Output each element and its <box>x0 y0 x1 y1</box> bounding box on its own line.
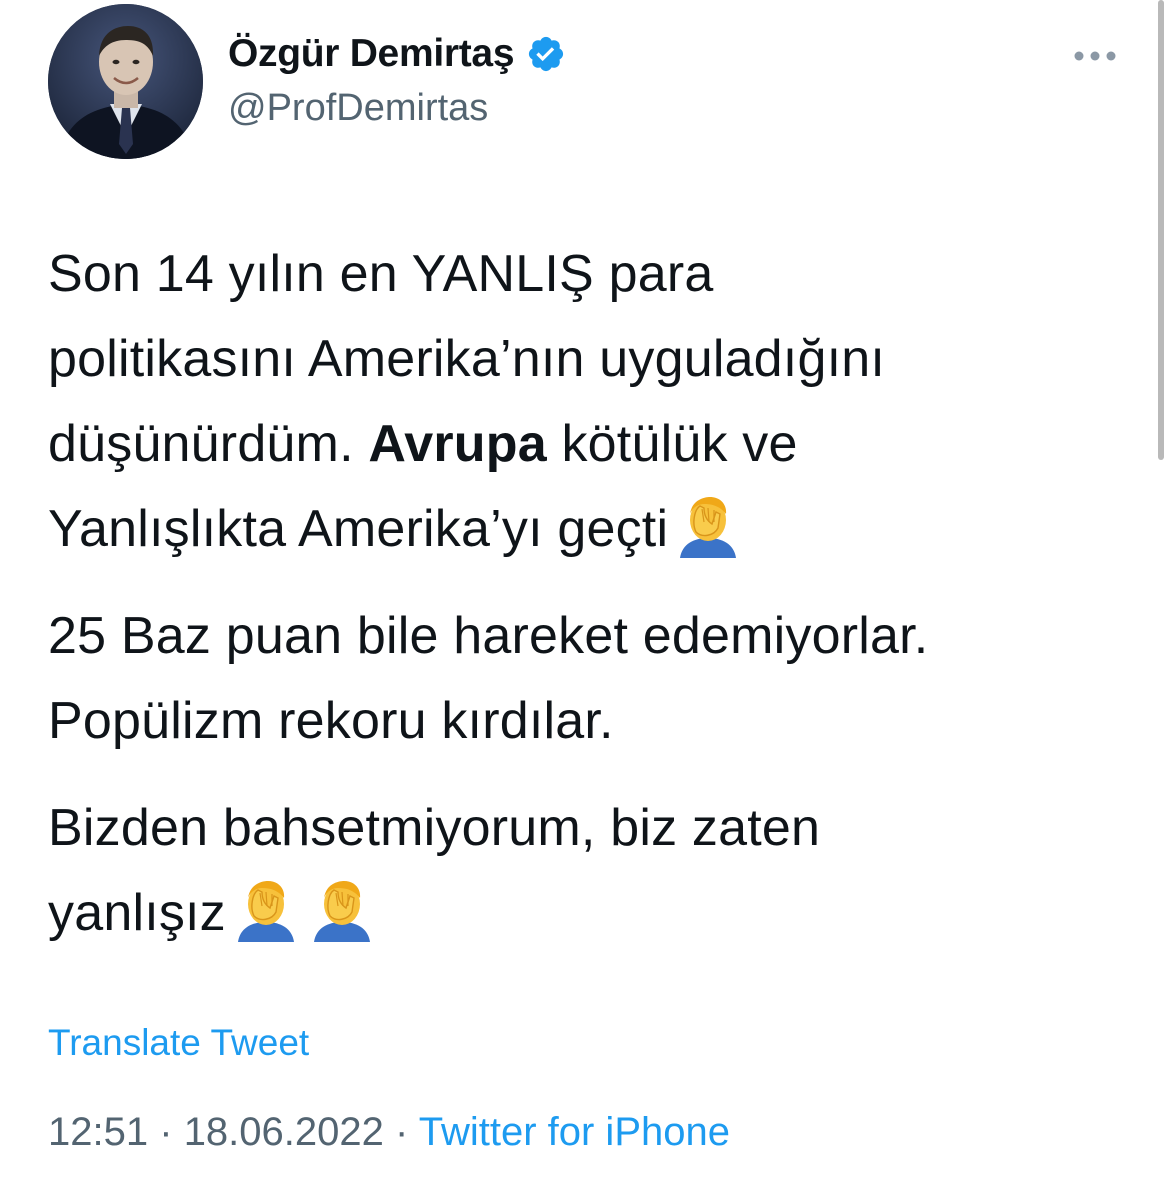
more-options-icon[interactable] <box>1072 46 1118 66</box>
tweet-text-segment: kötülük ve <box>561 415 798 473</box>
tweet-time[interactable]: 12:51 <box>48 1110 148 1154</box>
avatar[interactable] <box>48 4 203 159</box>
tweet-text-segment: Yanlışlıkta Amerika’yı geçti <box>48 500 669 558</box>
author-display-name[interactable]: Özgür Demirtaş <box>228 32 515 76</box>
tweet-meta: 12:51 · 18.06.2022 · Twitter for iPhone <box>48 1110 730 1155</box>
tweet-paragraph-2: 25 Baz puan bile hareket edemiyorlar. Po… <box>48 594 1138 764</box>
tweet-text-segment: yanlışız <box>48 884 226 942</box>
tweet-text: Son 14 yılın en YANLIŞ para politikasını… <box>48 232 1138 978</box>
translate-tweet-link[interactable]: Translate Tweet <box>48 1022 309 1064</box>
tweet-bold-text: Avrupa <box>368 415 547 473</box>
tweet-line: yanlışız <box>48 871 1138 956</box>
tweet-paragraph-1: Son 14 yılın en YANLIŞ para politikasını… <box>48 232 1138 572</box>
tweet-date[interactable]: 18.06.2022 <box>184 1110 384 1154</box>
tweet-source-link[interactable]: Twitter for iPhone <box>419 1110 730 1154</box>
meta-separator: · <box>395 1110 409 1154</box>
tweet-line: Bizden bahsetmiyorum, biz zaten <box>48 799 821 857</box>
profile-photo-icon <box>48 4 203 159</box>
tweet-line: düşünürdüm. Avrupa kötülük ve <box>48 402 1138 487</box>
meta-separator: · <box>159 1110 173 1154</box>
scrollbar[interactable] <box>1158 0 1164 460</box>
author-handle[interactable]: @ProfDemirtas <box>228 87 488 130</box>
tweet-line: politikasını Amerika’nın uyguladığını <box>48 330 885 388</box>
tweet-line: Yanlışlıkta Amerika’yı geçti <box>48 487 1138 572</box>
author-name-row[interactable]: Özgür Demirtaş <box>228 32 566 76</box>
tweet-line: Popülizm rekoru kırdılar. <box>48 692 614 750</box>
facepalm-emoji-icon <box>308 878 376 942</box>
tweet-line: Son 14 yılın en YANLIŞ para <box>48 245 714 303</box>
verified-badge-icon <box>526 34 566 74</box>
tweet-text-segment: düşünürdüm. <box>48 415 354 473</box>
facepalm-emoji-icon <box>674 494 742 558</box>
tweet-paragraph-3: Bizden bahsetmiyorum, biz zaten yanlışız <box>48 786 1138 956</box>
tweet-line: 25 Baz puan bile hareket edemiyorlar. <box>48 607 929 665</box>
facepalm-emoji-icon <box>232 878 300 942</box>
